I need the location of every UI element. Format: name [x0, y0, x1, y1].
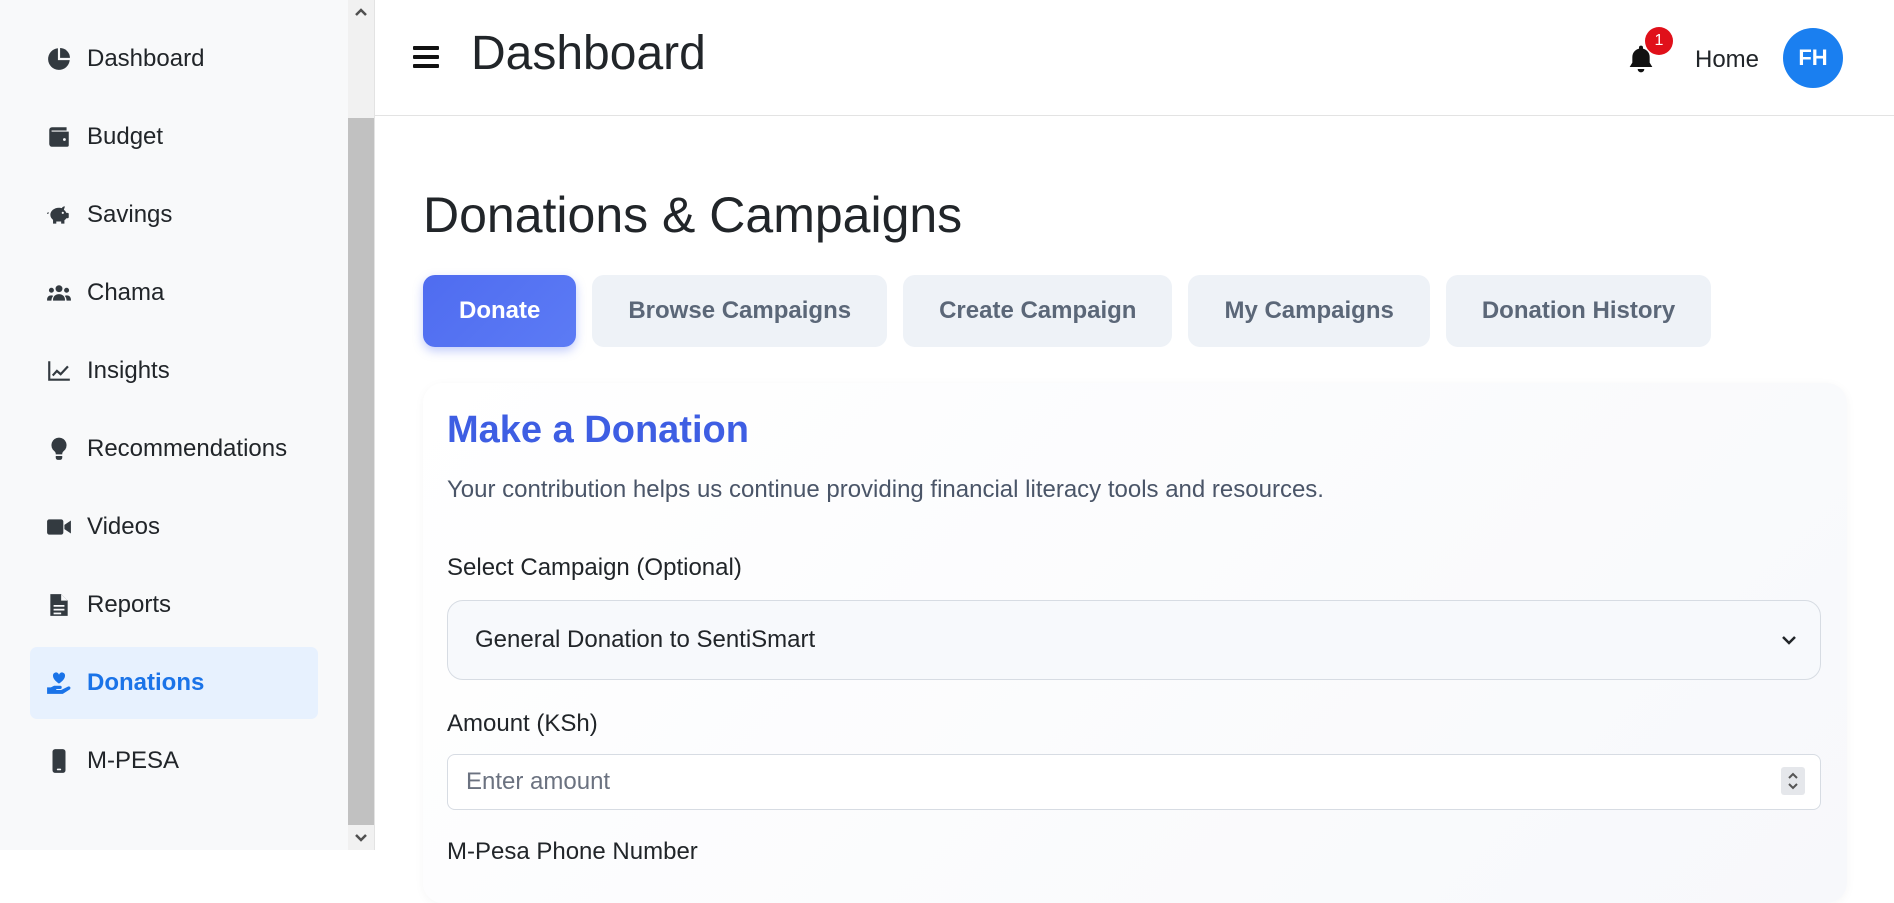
file-icon [44, 590, 74, 620]
mobile-icon [44, 746, 74, 776]
number-spinner-icon[interactable] [1781, 767, 1805, 795]
sidebar-item-dashboard[interactable]: Dashboard [30, 23, 318, 95]
amount-label: Amount (KSh) [447, 710, 598, 737]
sidebar-item-reports[interactable]: Reports [30, 569, 318, 641]
form-description: Your contribution helps us continue prov… [447, 476, 1324, 503]
sidebar-nav: Dashboard Budget Savings Chama Insights [0, 0, 348, 797]
amount-input[interactable] [447, 754, 1821, 810]
sidebar-item-label: Dashboard [87, 45, 205, 72]
scroll-down-arrow-icon[interactable] [348, 826, 374, 850]
sidebar-item-mpesa[interactable]: M-PESA [30, 725, 318, 797]
tab-create-campaign[interactable]: Create Campaign [903, 275, 1173, 347]
sidebar-item-savings[interactable]: Savings [30, 179, 318, 251]
notification-badge: 1 [1645, 27, 1673, 55]
piggy-bank-icon [44, 200, 74, 230]
wallet-icon [44, 122, 74, 152]
users-icon [44, 278, 74, 308]
sidebar-item-chama[interactable]: Chama [30, 257, 318, 329]
menu-toggle-icon[interactable] [413, 46, 443, 72]
sidebar-item-label: Savings [87, 201, 173, 228]
sidebar-item-label: Videos [87, 513, 160, 540]
sidebar-item-insights[interactable]: Insights [30, 335, 318, 407]
sidebar-item-label: Budget [87, 123, 164, 150]
tab-browse-campaigns[interactable]: Browse Campaigns [592, 275, 888, 347]
content: Donations & Campaigns Donate Browse Camp… [375, 185, 1894, 903]
campaign-select[interactable]: General Donation to SentiSmart [447, 600, 1821, 680]
sidebar-item-label: Recommendations [87, 435, 288, 462]
amount-field-wrapper [447, 738, 1823, 810]
video-icon [44, 512, 74, 542]
sidebar-item-label: Insights [87, 357, 170, 384]
campaign-select-value: General Donation to SentiSmart [475, 626, 816, 653]
sidebar-item-label: Chama [87, 279, 165, 306]
avatar[interactable]: FH [1783, 28, 1843, 88]
chevron-down-icon [1778, 629, 1800, 656]
sidebar-scrollbar[interactable] [348, 0, 374, 850]
sidebar-item-budget[interactable]: Budget [30, 101, 318, 173]
donation-form-card: Make a Donation Your contribution helps … [423, 383, 1847, 903]
sidebar-item-label: Donations [87, 669, 205, 696]
lightbulb-icon [44, 434, 74, 464]
tab-donation-history[interactable]: Donation History [1445, 275, 1712, 347]
tab-donate[interactable]: Donate [423, 275, 577, 347]
sidebar-item-label: M-PESA [87, 747, 180, 774]
page-title: Dashboard [471, 27, 706, 80]
sidebar: Dashboard Budget Savings Chama Insights [0, 0, 348, 850]
phone-label: M-Pesa Phone Number [447, 838, 698, 865]
sidebar-item-videos[interactable]: Videos [30, 491, 318, 563]
section-title: Donations & Campaigns [423, 187, 963, 243]
sidebar-item-label: Reports [87, 591, 172, 618]
tab-bar: Donate Browse Campaigns Create Campaign … [423, 275, 1894, 347]
hand-holding-heart-icon [44, 668, 74, 698]
form-title: Make a Donation [447, 409, 749, 451]
campaign-label: Select Campaign (Optional) [447, 554, 742, 581]
tab-my-campaigns[interactable]: My Campaigns [1188, 275, 1430, 347]
sidebar-item-donations[interactable]: Donations [30, 647, 318, 719]
sidebar-item-recommendations[interactable]: Recommendations [30, 413, 318, 485]
scroll-up-arrow-icon[interactable] [348, 0, 374, 24]
chart-pie-icon [44, 44, 74, 74]
top-bar: Dashboard 1 Home FH [375, 0, 1894, 116]
scrollbar-thumb[interactable] [348, 118, 374, 825]
home-link[interactable]: Home [1695, 46, 1759, 74]
main-area: Dashboard 1 Home FH Donations & Campaign… [374, 0, 1894, 903]
chart-line-icon [44, 356, 74, 386]
